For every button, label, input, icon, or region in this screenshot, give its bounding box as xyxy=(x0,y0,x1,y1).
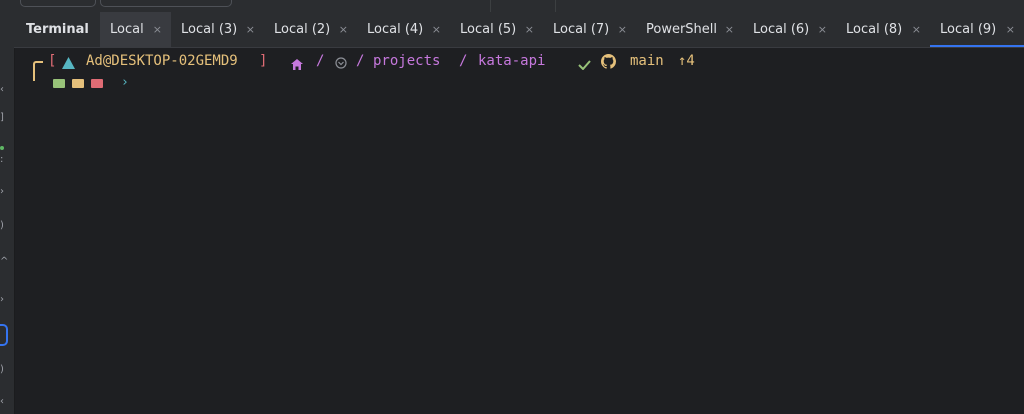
status-square-red-icon xyxy=(91,79,103,88)
tool-icon[interactable]: ^ xyxy=(0,257,8,267)
tool-icon[interactable]: ) xyxy=(0,221,6,231)
tab-close-icon[interactable]: × xyxy=(1006,12,1015,47)
path-part: kata-api xyxy=(478,53,546,69)
tab-label: Local (9) xyxy=(940,22,997,37)
tab-local-8[interactable]: Local (8) × xyxy=(836,12,930,47)
toolbar-button[interactable] xyxy=(100,0,232,7)
tab-local-2[interactable]: Local (2) × xyxy=(264,12,357,47)
tab-label: Local (8) xyxy=(846,22,903,37)
tab-close-icon[interactable]: × xyxy=(725,12,734,47)
toolwindow-title: Terminal xyxy=(26,22,89,37)
tab-local-6[interactable]: Local (6) × xyxy=(743,12,836,47)
user-host: Ad@DESKTOP-02GEMD9 xyxy=(86,53,238,69)
path-part: projects xyxy=(373,53,441,69)
tab-close-icon[interactable]: × xyxy=(525,12,534,47)
tab-close-icon[interactable]: × xyxy=(339,12,348,47)
tab-label: Local (7) xyxy=(553,22,610,37)
tool-icon[interactable]: ‹ xyxy=(0,85,6,95)
path-separator: / xyxy=(459,53,468,69)
status-square-green-icon xyxy=(53,79,65,88)
terminal-tool-icon[interactable] xyxy=(0,324,8,346)
tab-label: Local (4) xyxy=(367,22,424,37)
status-square-yellow-icon xyxy=(72,79,84,88)
toolbar-divider xyxy=(490,0,491,12)
tab-close-icon[interactable]: × xyxy=(818,12,827,47)
ide-top-strip xyxy=(0,0,1024,12)
tab-local-3[interactable]: Local (3) × xyxy=(171,12,264,47)
tab-close-icon[interactable]: × xyxy=(246,12,255,47)
tab-local-5[interactable]: Local (5) × xyxy=(450,12,543,47)
status-dot-icon xyxy=(0,146,4,150)
tab-label: Local (6) xyxy=(753,22,810,37)
tab-local-9[interactable]: Local (9) × xyxy=(930,12,1024,47)
tab-local-4[interactable]: Local (4) × xyxy=(357,12,450,47)
tab-close-icon[interactable]: × xyxy=(432,12,441,47)
prompt-corner xyxy=(33,61,43,81)
home-icon xyxy=(291,56,303,76)
tool-icon[interactable]: ) xyxy=(0,365,6,375)
tab-label: Local xyxy=(110,22,144,37)
tool-icon[interactable]: › xyxy=(0,187,6,197)
toolbar-button[interactable] xyxy=(20,0,96,7)
prompt-cursor-icon: › xyxy=(121,75,129,90)
left-tool-strip: ‹ ] : › ) ^ › ) ‹ xyxy=(0,12,15,414)
toolbar-divider xyxy=(555,0,556,12)
tab-label: PowerShell xyxy=(646,22,718,37)
tab-close-icon[interactable]: × xyxy=(618,12,627,47)
tool-icon[interactable]: ] xyxy=(0,113,6,123)
git-branch: main xyxy=(630,53,664,69)
tab-close-icon[interactable]: × xyxy=(912,12,921,47)
check-icon xyxy=(578,56,591,76)
terminal-tab-bar: Terminal Local × Local (3) × Local (2) ×… xyxy=(14,12,1024,48)
prompt-bracket-open: [ xyxy=(48,53,57,69)
folder-icon xyxy=(335,55,347,75)
tab-label: Local (2) xyxy=(274,22,331,37)
terminal-content[interactable]: [ Ad@DESKTOP-02GEMD9 ] / / projects / ka… xyxy=(15,49,1024,414)
tab-label: Local (3) xyxy=(181,22,238,37)
path-separator: / xyxy=(316,53,325,69)
tab-powershell[interactable]: PowerShell × xyxy=(636,12,743,47)
tool-icon[interactable]: ‹ xyxy=(0,397,6,407)
git-ahead-count: ↑4 xyxy=(678,53,695,69)
tab-local-7[interactable]: Local (7) × xyxy=(543,12,636,47)
os-logo-icon xyxy=(62,55,75,75)
tab-label: Local (5) xyxy=(460,22,517,37)
github-icon xyxy=(601,54,616,75)
tool-icon[interactable]: : xyxy=(0,155,6,165)
prompt-bracket-close: ] xyxy=(259,53,268,69)
tab-close-icon[interactable]: × xyxy=(153,12,162,47)
path-separator: / xyxy=(356,53,365,69)
tab-local[interactable]: Local × xyxy=(100,12,171,47)
tool-icon[interactable]: › xyxy=(0,295,6,305)
